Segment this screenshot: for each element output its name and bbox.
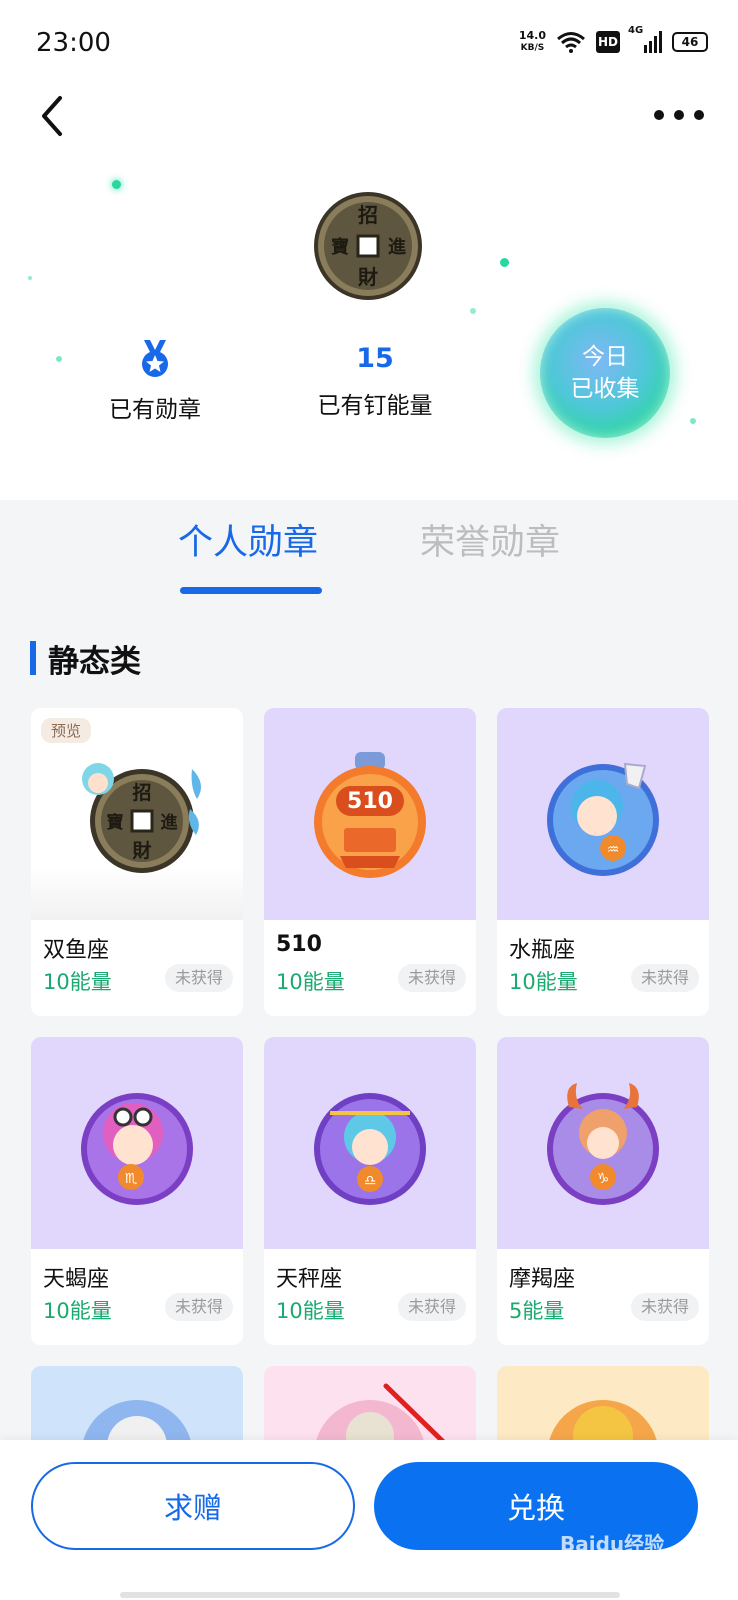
ask-gift-button[interactable]: 求赠	[31, 1462, 355, 1550]
collect-line1: 今日	[582, 344, 628, 370]
svg-text:♎: ♎	[364, 1173, 377, 1189]
svg-text:寶: 寶	[107, 812, 124, 833]
badge-status: 未获得	[630, 1293, 699, 1321]
badge-card-pisces[interactable]: 预览 招 財 寶 進 双鱼座 10能量 未获得	[31, 708, 243, 1016]
badge-energy: 10能量	[276, 1299, 345, 1323]
energy-label: 已有钉能量	[317, 393, 433, 419]
net-speed: 14.0 KB/S	[519, 30, 546, 54]
train-510-image: 510	[314, 752, 426, 878]
badge-status: 未获得	[397, 1293, 466, 1321]
sparkle-dot	[690, 418, 696, 424]
energy-stat: 15 已有钉能量	[300, 340, 450, 420]
collect-today-button[interactable]: 今日 已收集	[540, 308, 670, 438]
svg-text:510: 510	[347, 789, 393, 814]
header-area: 23:00 14.0 KB/S HD 4G 46 招 財 寶 進 已有勋章 15…	[0, 0, 738, 500]
aquarius-image: ♒	[547, 762, 659, 876]
collect-line2: 已收集	[570, 376, 640, 402]
svg-text:寶: 寶	[331, 236, 349, 258]
more-dots-icon[interactable]	[654, 100, 704, 130]
section-header: 静态类	[30, 638, 141, 680]
exchange-label: 兑换	[506, 1491, 565, 1525]
badge-image: 510	[264, 708, 476, 920]
svg-text:財: 財	[132, 839, 151, 862]
svg-text:進: 進	[161, 813, 178, 833]
capricorn-image: ♑	[547, 1083, 659, 1205]
medal-icon	[142, 340, 168, 377]
badge-name: 水瓶座	[509, 938, 576, 963]
net-speed-unit: KB/S	[520, 43, 545, 53]
status-icons: 14.0 KB/S HD 4G 46	[519, 25, 708, 54]
hd-icon: HD	[596, 31, 620, 53]
badge-name: 摩羯座	[509, 1267, 576, 1292]
badge-image: ♏	[31, 1037, 243, 1249]
signal-icon: 4G	[628, 25, 662, 53]
battery-icon: 46	[672, 32, 708, 52]
sparkle-dot	[470, 308, 476, 314]
svg-text:♒: ♒	[607, 842, 620, 858]
badge-name: 天蝎座	[43, 1267, 110, 1292]
svg-text:招: 招	[132, 781, 151, 804]
badge-energy: 10能量	[509, 970, 578, 994]
badge-image: ♒	[497, 708, 709, 920]
status-time: 23:00	[36, 28, 111, 58]
watermark-logo: Baidu经验	[560, 1532, 665, 1556]
svg-text:♑: ♑	[597, 1171, 610, 1187]
tab-indicator	[180, 587, 322, 594]
badge-card-libra[interactable]: ♎ 天秤座 10能量 未获得	[264, 1037, 476, 1345]
badge-name: 双鱼座	[43, 938, 110, 963]
badge-count-label: 已有勋章	[109, 397, 201, 423]
section-accent-bar	[30, 641, 36, 675]
sparkle-dot	[500, 258, 509, 267]
badge-energy: 10能量	[276, 970, 345, 994]
home-indicator	[120, 1592, 620, 1598]
wifi-icon	[557, 32, 585, 53]
badge-energy: 10能量	[43, 1299, 112, 1323]
badge-status: 未获得	[630, 964, 699, 992]
svg-text:進: 進	[388, 236, 406, 258]
bottom-action-bar: 求赠 兑换 Baidu经验	[0, 1440, 738, 1600]
network-type: 4G	[628, 25, 644, 36]
badge-card-aquarius[interactable]: ♒ 水瓶座 10能量 未获得	[497, 708, 709, 1016]
tab-personal-badges[interactable]: 个人勋章	[178, 514, 318, 565]
badge-card-510[interactable]: 510 510 10能量 未获得	[264, 708, 476, 1016]
pisces-coin-image: 招 財 寶 進	[82, 763, 201, 873]
battery-level: 46	[681, 35, 699, 49]
badge-count-stat: 已有勋章	[100, 340, 210, 424]
badge-image: 预览 招 財 寶 進	[31, 708, 243, 920]
preview-tag: 预览	[41, 718, 92, 743]
svg-text:財: 財	[358, 265, 378, 289]
badge-energy: 10能量	[43, 970, 112, 994]
badge-card-scorpio[interactable]: ♏ 天蝎座 10能量 未获得	[31, 1037, 243, 1345]
back-chevron-icon[interactable]	[36, 92, 76, 140]
badge-tabs: 个人勋章 荣誉勋章	[0, 500, 738, 610]
sparkle-dot	[56, 356, 62, 362]
badge-status: 未获得	[164, 964, 233, 992]
badge-image: ♑	[497, 1037, 709, 1249]
svg-text:♏: ♏	[125, 1171, 138, 1187]
libra-image: ♎	[314, 1093, 426, 1205]
coin-badge-image: 招 財 寶 進	[314, 192, 422, 300]
badge-status: 未获得	[397, 964, 466, 992]
section-title: 静态类	[48, 643, 141, 680]
badge-name: 天秤座	[276, 1267, 343, 1292]
net-speed-value: 14.0	[518, 29, 546, 42]
badge-energy: 5能量	[509, 1299, 565, 1323]
sparkle-dot	[28, 276, 32, 280]
energy-value: 15	[356, 343, 394, 374]
badge-card-capricorn[interactable]: ♑ 摩羯座 5能量 未获得	[497, 1037, 709, 1345]
status-bar: 23:00 14.0 KB/S HD 4G 46	[0, 0, 738, 90]
scorpio-image: ♏	[81, 1093, 193, 1205]
badge-image: ♎	[264, 1037, 476, 1249]
sparkle-dot	[112, 180, 121, 189]
svg-text:招: 招	[358, 203, 378, 227]
badge-name: 510	[276, 932, 322, 957]
tab-honor-badges[interactable]: 荣誉勋章	[420, 514, 560, 565]
badge-status: 未获得	[164, 1293, 233, 1321]
